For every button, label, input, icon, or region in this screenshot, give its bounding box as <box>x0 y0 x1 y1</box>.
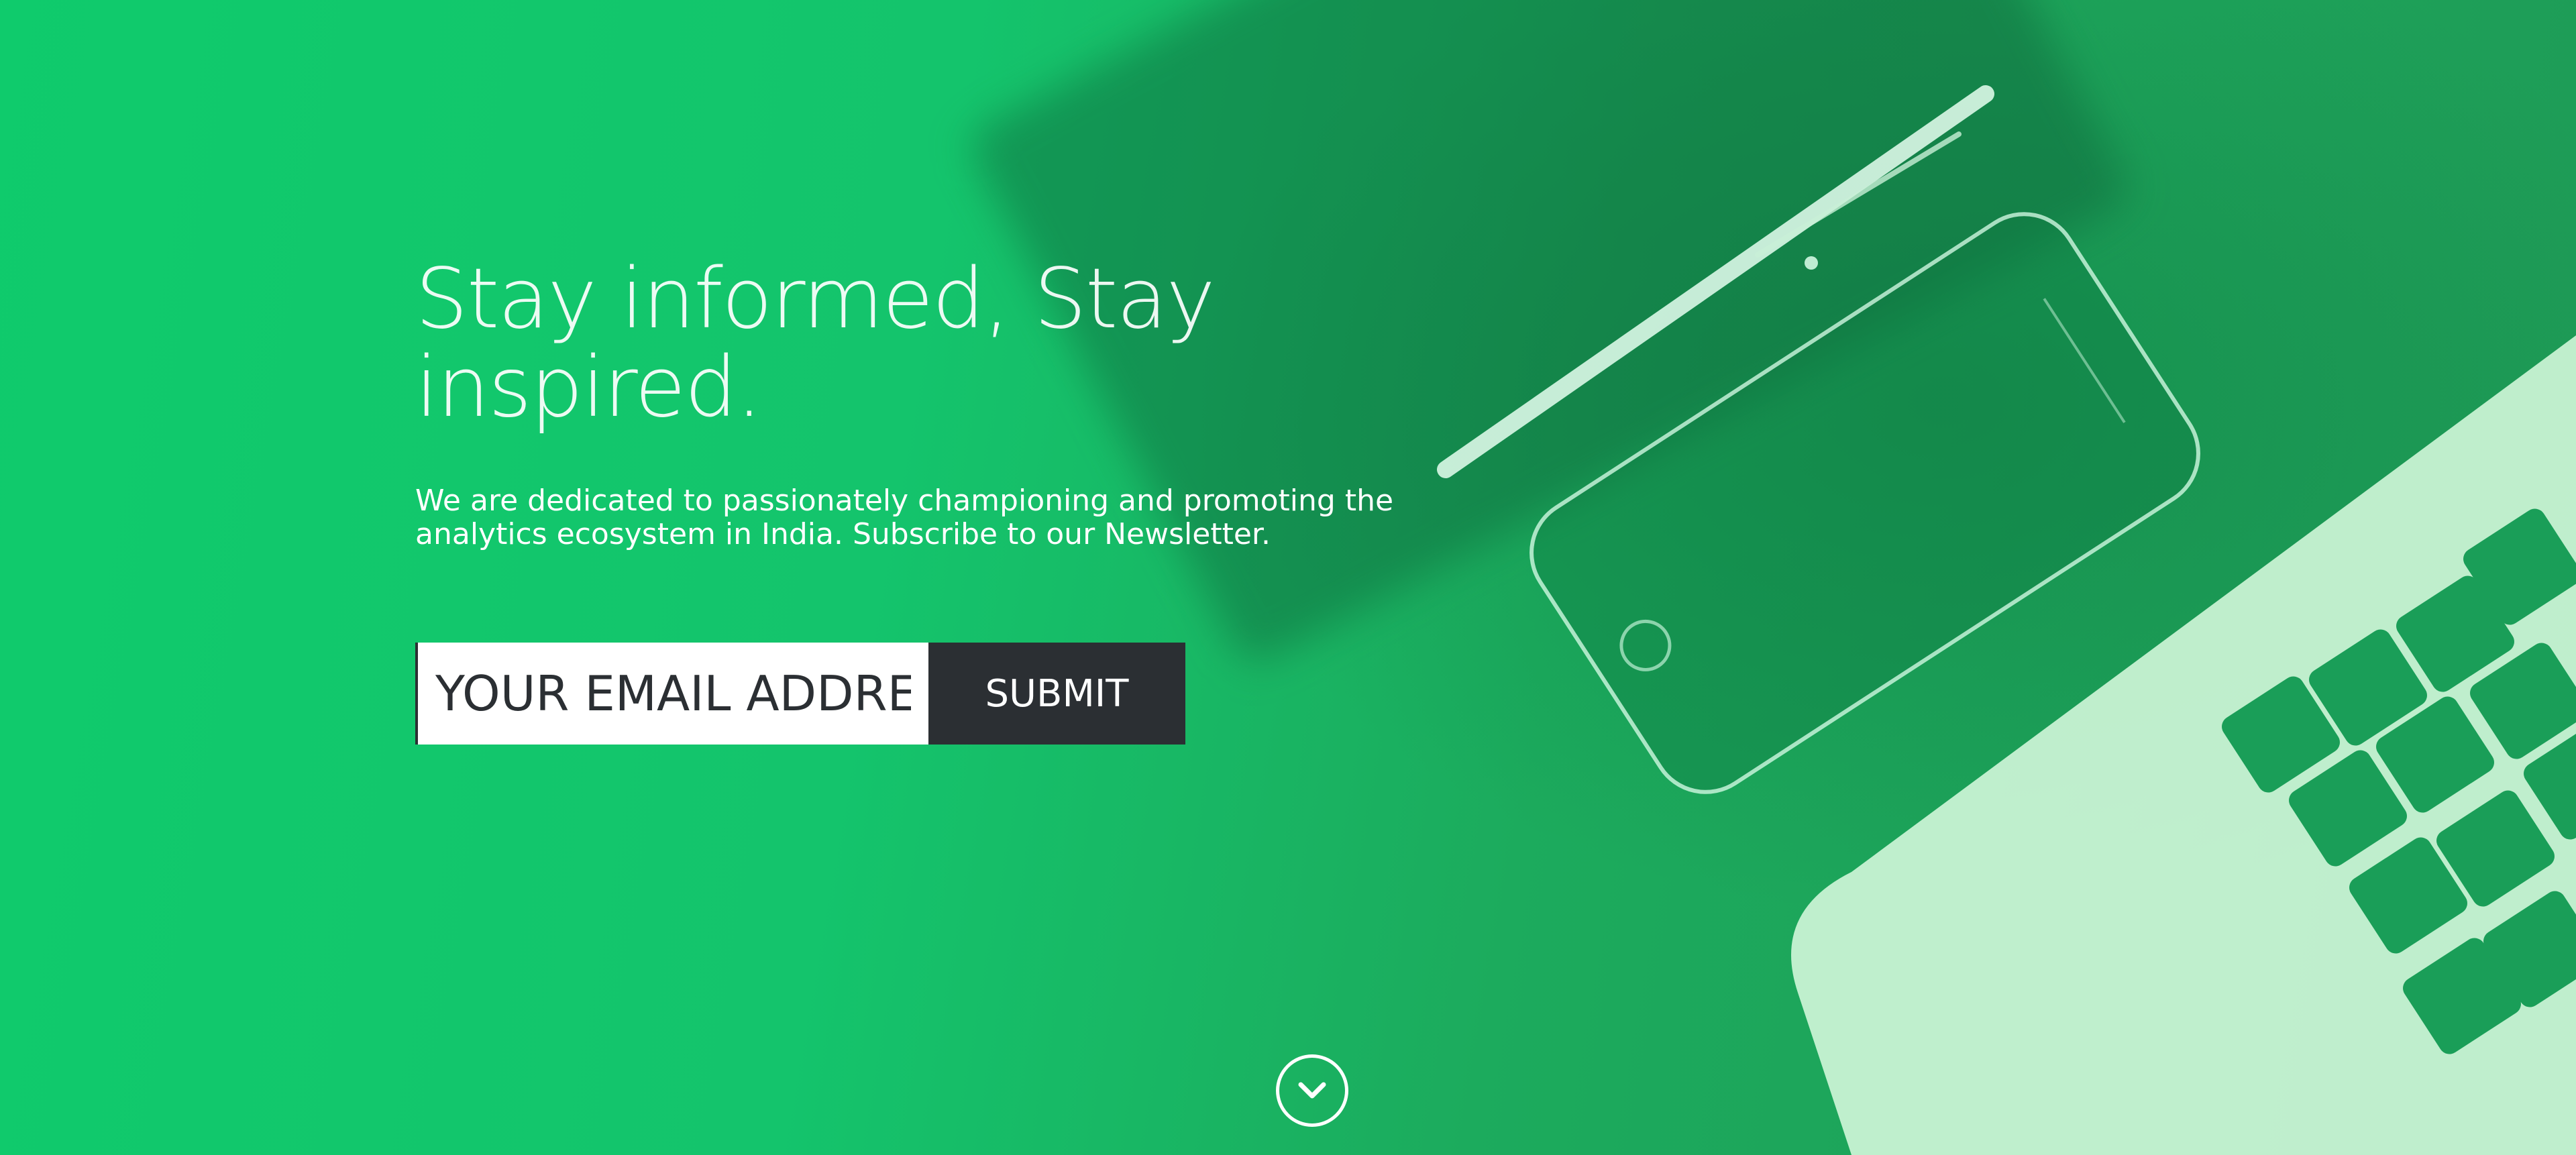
email-input[interactable] <box>415 643 928 745</box>
background-photo-illustration <box>1437 85 2576 1155</box>
newsletter-form: SUBMIT <box>415 643 1185 745</box>
hero-section: Stay informed, Stay inspired. We are ded… <box>0 0 2576 1155</box>
chevron-down-icon <box>1298 1082 1326 1099</box>
scroll-down-button[interactable] <box>1276 1054 1348 1127</box>
submit-button[interactable]: SUBMIT <box>928 643 1185 745</box>
hero-headline: Stay informed, Stay inspired. <box>415 251 1216 436</box>
hero-description: We are dedicated to passionately champio… <box>415 484 1394 551</box>
